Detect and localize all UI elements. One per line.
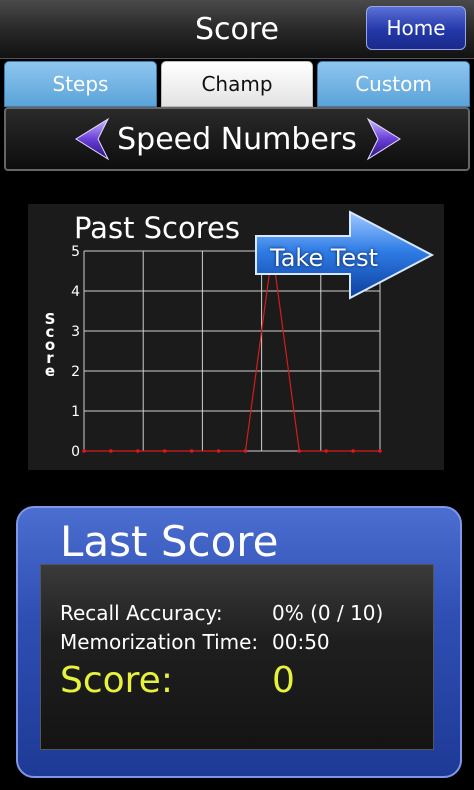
data-point bbox=[243, 449, 248, 453]
recall-accuracy-label: Recall Accuracy: bbox=[60, 601, 223, 625]
y-tick-label: 1 bbox=[71, 404, 80, 420]
data-point bbox=[109, 449, 113, 453]
next-arrow-icon[interactable] bbox=[364, 117, 404, 161]
tab-custom[interactable]: Custom bbox=[317, 61, 470, 107]
score-label: Score: bbox=[60, 660, 173, 701]
data-point bbox=[324, 449, 328, 453]
data-point bbox=[378, 449, 382, 453]
y-tick-label: 4 bbox=[71, 284, 80, 300]
y-tick-label: 0 bbox=[71, 444, 80, 460]
y-tick-label: 2 bbox=[71, 364, 80, 380]
test-selector: Speed Numbers bbox=[4, 107, 470, 171]
recall-accuracy-value: 0% (0 / 10) bbox=[272, 601, 384, 625]
memorization-time-label: Memorization Time: bbox=[60, 630, 259, 654]
chart-title: Past Scores bbox=[74, 211, 240, 245]
title-bar: Score Home bbox=[0, 0, 474, 59]
data-point bbox=[351, 449, 355, 453]
tab-steps[interactable]: Steps bbox=[4, 61, 157, 107]
data-point bbox=[297, 449, 302, 453]
home-button[interactable]: Home bbox=[366, 6, 466, 50]
memorization-time-value: 00:50 bbox=[272, 630, 330, 654]
data-point bbox=[189, 449, 194, 453]
last-score-details bbox=[40, 564, 434, 750]
tab-bar: Steps Champ Custom bbox=[4, 61, 470, 107]
last-score-title: Last Score bbox=[60, 517, 279, 566]
y-tick-label: 5 bbox=[71, 244, 80, 260]
score-value: 0 bbox=[272, 660, 295, 701]
data-point bbox=[216, 449, 221, 453]
data-point bbox=[82, 449, 86, 453]
tab-champ[interactable]: Champ bbox=[161, 61, 313, 107]
data-point bbox=[136, 449, 140, 453]
take-test-label: Take Test bbox=[270, 244, 379, 272]
y-axis-label: Score bbox=[45, 310, 56, 380]
y-tick-label: 3 bbox=[71, 324, 80, 340]
data-point bbox=[162, 449, 167, 453]
